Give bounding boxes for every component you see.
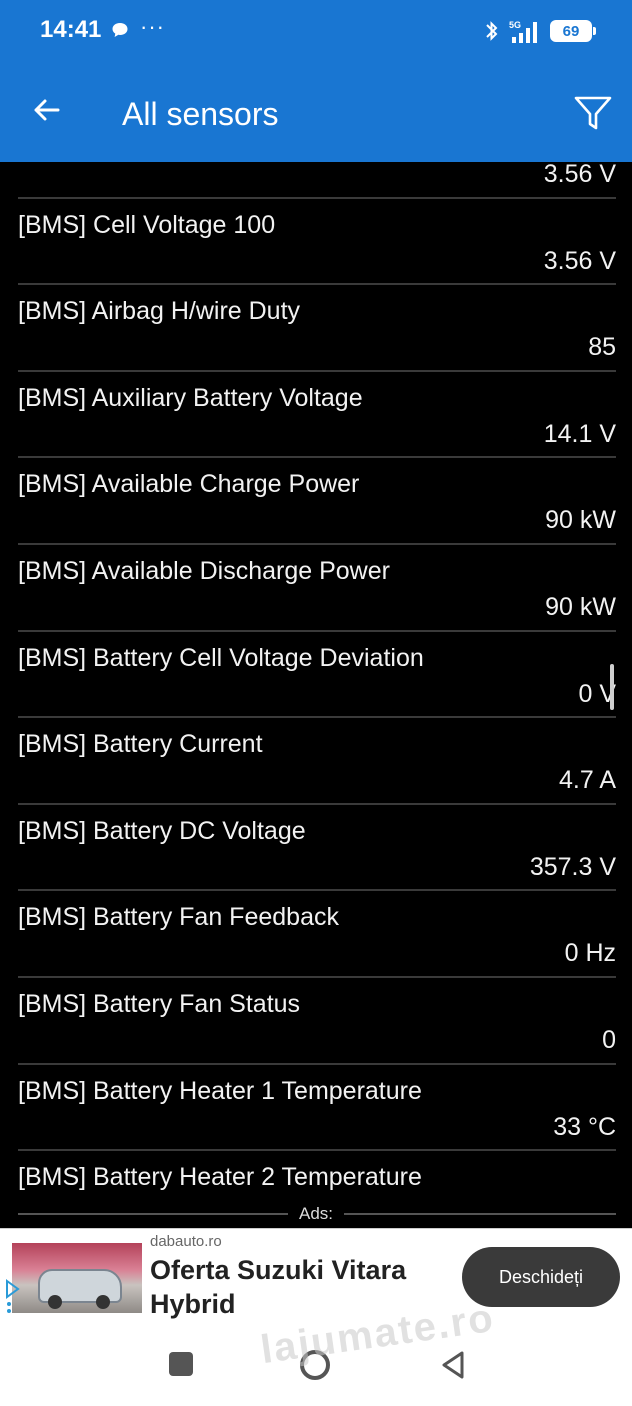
ad-domain: dabauto.ro bbox=[150, 1233, 222, 1250]
sensor-value: 85 bbox=[588, 333, 616, 362]
car-image bbox=[38, 1269, 122, 1309]
sensor-row[interactable]: [BMS] Auxiliary Battery Voltage 14.1 V bbox=[0, 372, 632, 459]
ad-image[interactable] bbox=[12, 1243, 142, 1313]
sensor-name: [BMS] Battery DC Voltage bbox=[18, 816, 306, 845]
app-bar: All sensors bbox=[0, 62, 632, 162]
ad-choices-icon[interactable] bbox=[2, 1277, 22, 1317]
sensor-name: [BMS] Battery Cell Voltage Deviation bbox=[18, 643, 424, 672]
sensor-name: [BMS] Airbag H/wire Duty bbox=[18, 297, 301, 326]
status-bar: 14:41 ··· 5G 69 bbox=[0, 0, 632, 62]
ad-banner[interactable]: dabauto.ro Oferta Suzuki Vitara Hybrid D… bbox=[0, 1228, 632, 1326]
svg-text:5G: 5G bbox=[509, 20, 521, 30]
sensor-row[interactable]: [BMS] Battery Cell Voltage Deviation 0 V bbox=[0, 632, 632, 719]
sensor-list-inner: [BMS] Cell Voltage 993.56 V[BMS] Cell Vo… bbox=[0, 162, 632, 1200]
sensor-row[interactable]: [BMS] Battery Heater 2 Temperature bbox=[0, 1151, 632, 1200]
sensor-name: [BMS] Battery Heater 2 Temperature bbox=[18, 1163, 422, 1192]
sensor-value: 3.56 V bbox=[543, 246, 616, 275]
status-time: 14:41 bbox=[40, 16, 102, 43]
filter-icon[interactable] bbox=[572, 92, 614, 134]
sensor-value: 14.1 V bbox=[543, 419, 616, 448]
sensor-name: [BMS] Auxiliary Battery Voltage bbox=[18, 383, 363, 412]
page-title: All sensors bbox=[122, 96, 279, 132]
battery-indicator: 69 bbox=[550, 20, 596, 42]
nav-back-button[interactable] bbox=[440, 1350, 466, 1380]
status-icons: 5G 69 bbox=[484, 17, 596, 45]
sensor-value: 0 bbox=[602, 1025, 616, 1054]
sensor-list[interactable]: [BMS] Cell Voltage 993.56 V[BMS] Cell Vo… bbox=[0, 162, 632, 1200]
ads-label-row: Ads: bbox=[0, 1200, 632, 1228]
sensor-value: 4.7 A bbox=[559, 766, 616, 795]
sensor-name: [BMS] Battery Current bbox=[18, 730, 263, 759]
sensor-value: 3.56 V bbox=[543, 162, 616, 188]
sensor-row[interactable]: [BMS] Airbag H/wire Duty 85 bbox=[0, 285, 632, 372]
chat-bubble-icon bbox=[112, 23, 128, 37]
sensor-row[interactable]: [BMS] Battery DC Voltage 357.3 V bbox=[0, 805, 632, 892]
sensor-value: 33 °C bbox=[553, 1112, 616, 1141]
sensor-row[interactable]: [BMS] Battery Fan Status 0 bbox=[0, 978, 632, 1065]
sensor-value: 90 kW bbox=[545, 506, 616, 535]
sensor-name: [BMS] Battery Heater 1 Temperature bbox=[18, 1076, 422, 1105]
sensor-name: [BMS] Cell Voltage 100 bbox=[18, 210, 276, 239]
arrow-left-icon bbox=[34, 99, 60, 121]
sensor-row[interactable]: [BMS] Available Charge Power 90 kW bbox=[0, 458, 632, 545]
recents-button[interactable] bbox=[169, 1352, 193, 1376]
sensor-value: 90 kW bbox=[545, 592, 616, 621]
sensor-row[interactable]: [BMS] Cell Voltage 993.56 V bbox=[0, 162, 632, 199]
sensor-row[interactable]: [BMS] Battery Heater 1 Temperature 33 °C bbox=[0, 1065, 632, 1152]
sensor-row[interactable]: [BMS] Battery Current 4.7 A bbox=[0, 718, 632, 805]
bluetooth-icon bbox=[486, 21, 498, 41]
back-button[interactable] bbox=[24, 88, 68, 132]
scrollbar-thumb[interactable] bbox=[610, 664, 614, 710]
ads-label: Ads: bbox=[298, 1204, 334, 1223]
sensor-value: 357.3 V bbox=[529, 852, 616, 881]
sensor-row[interactable]: [BMS] Available Discharge Power 90 kW bbox=[0, 545, 632, 632]
sensor-row[interactable]: [BMS] Cell Voltage 100 3.56 V bbox=[0, 199, 632, 286]
sensor-name: [BMS] Available Charge Power bbox=[18, 470, 360, 499]
sensor-name: [BMS] Battery Fan Feedback bbox=[18, 903, 339, 932]
sensor-value: 0 Hz bbox=[564, 939, 616, 968]
signal-5g-icon: 5G bbox=[509, 20, 537, 43]
header: 14:41 ··· 5G 69 All sensors bbox=[0, 0, 632, 162]
notification-dots: ··· bbox=[140, 14, 165, 39]
sensor-name: [BMS] Battery Fan Status bbox=[18, 989, 301, 1018]
sensor-row[interactable]: [BMS] Battery Fan Feedback 0 Hz bbox=[0, 891, 632, 978]
sensor-name: [BMS] Available Discharge Power bbox=[18, 556, 390, 585]
